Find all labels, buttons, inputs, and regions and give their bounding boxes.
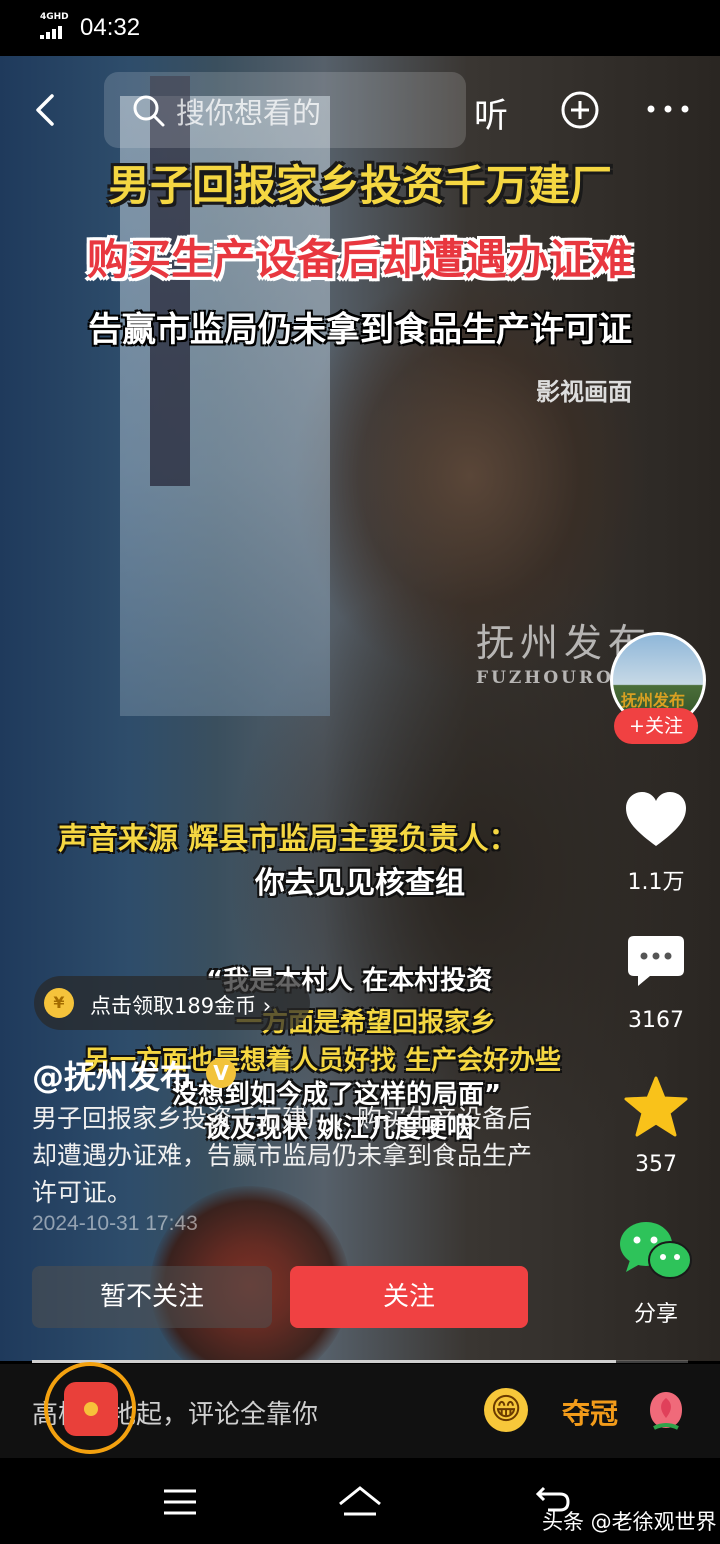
wechat-share-icon[interactable]: [618, 1218, 692, 1282]
more-icon[interactable]: [646, 104, 690, 114]
post-date: 2024-10-31 17:43: [32, 1212, 198, 1235]
footage-note: 影视画面: [536, 378, 632, 406]
coin-icon: ¥: [44, 988, 74, 1018]
red-packet-clasp: [84, 1402, 98, 1416]
headline-3: 告赢市监局仍未拿到食品生产许可证: [88, 310, 632, 350]
headline-2: 购买生产设备后却遭遇办证难: [86, 235, 633, 284]
home-icon[interactable]: [336, 1484, 384, 1520]
flower-icon[interactable]: [644, 1388, 688, 1432]
search-placeholder[interactable]: 搜你想看的: [176, 90, 321, 132]
status-time: 04:32: [80, 14, 141, 41]
video-progress-fill: [32, 1360, 616, 1363]
like-count: 1.1万: [627, 870, 685, 895]
star-icon[interactable]: [624, 1076, 688, 1138]
plus-circle-icon[interactable]: [560, 90, 600, 130]
share-label[interactable]: 分享: [610, 1296, 702, 1328]
crown-sticker-button[interactable]: 夺冠: [562, 1392, 618, 1432]
back-icon[interactable]: [30, 92, 66, 128]
grin-emoji-button[interactable]: 😁: [484, 1388, 528, 1432]
post-description[interactable]: 男子回报家乡投资千万建厂，购买生产设备后却遭遇办证难，告赢市监局仍未拿到食品生产…: [32, 1100, 552, 1211]
menu-icon[interactable]: [162, 1488, 198, 1516]
video-progress-bar[interactable]: [32, 1360, 688, 1363]
source-credit: 头条 @老徐观世界: [542, 1510, 717, 1534]
network-type: 4GHD: [40, 12, 69, 22]
heart-icon[interactable]: [624, 790, 688, 848]
follow-pill-button[interactable]: +关注: [614, 708, 698, 744]
sound-source-caption: 声音来源 辉县市监局主要负责人：: [58, 822, 519, 857]
verified-badge-icon: V: [206, 1058, 236, 1088]
comment-count: 3167: [628, 1008, 684, 1033]
author-name[interactable]: @抚州发布: [32, 1052, 192, 1098]
favorite-count: 357: [635, 1152, 677, 1177]
not-follow-button[interactable]: 暂不关注: [32, 1266, 272, 1328]
coin-reward-text[interactable]: 点击领取189金币 ›: [90, 990, 271, 1020]
status-bar: 4GHD 04:32: [0, 0, 720, 56]
listen-button[interactable]: 听: [474, 88, 508, 137]
headline-1: 男子回报家乡投资千万建厂: [107, 161, 612, 210]
watermark-sub: FUZHOURO: [476, 668, 614, 688]
follow-button[interactable]: 关注: [290, 1266, 528, 1328]
comment-icon[interactable]: [626, 934, 686, 988]
search-icon: [133, 95, 165, 127]
signal-icon: [40, 26, 62, 39]
